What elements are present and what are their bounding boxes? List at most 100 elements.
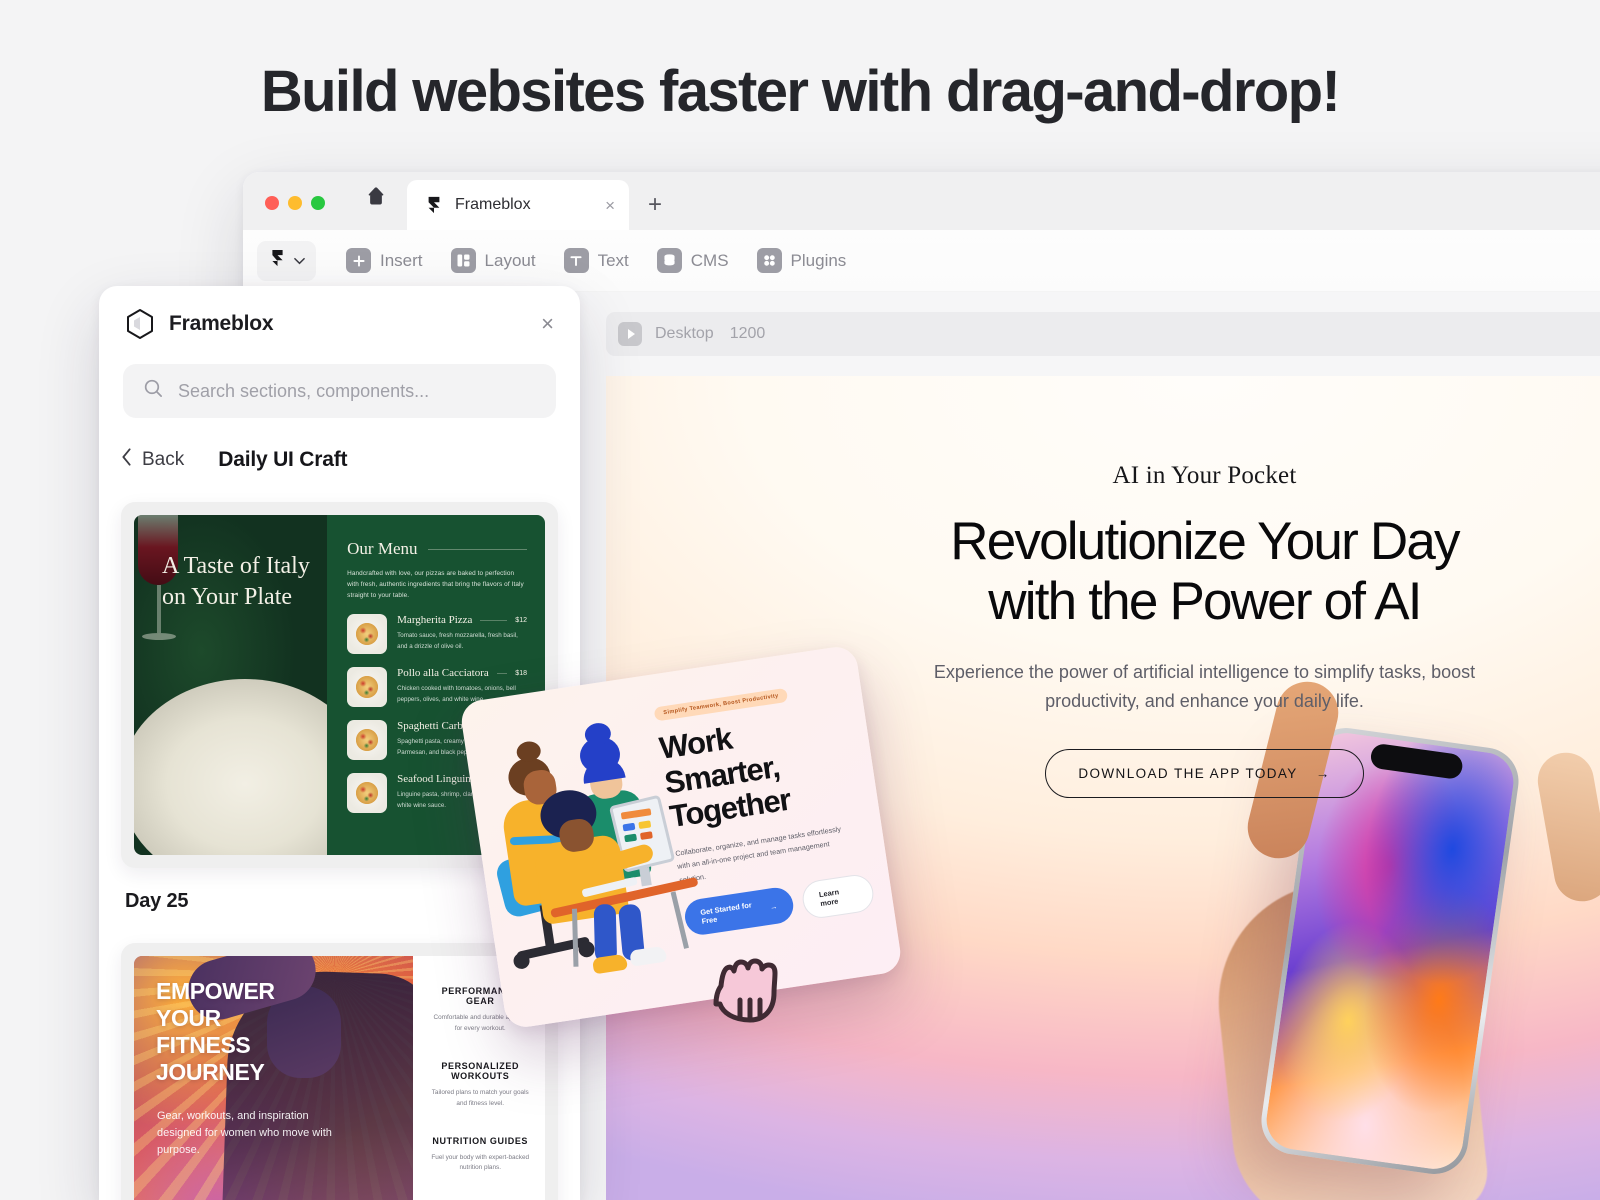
chevron-down-icon (294, 252, 305, 270)
frameblox-icon (425, 196, 443, 214)
learn-more-button[interactable]: Learn more (800, 872, 876, 921)
text-icon (563, 248, 589, 273)
frameblox-icon (269, 249, 286, 273)
menu-description: Handcrafted with love, our pizzas are ba… (347, 570, 524, 600)
hero-subtext: Experience the power of artificial intel… (933, 661, 1476, 711)
toolbar-label-insert: Insert (380, 250, 423, 270)
italian-title-line2: on Your Plate (162, 584, 293, 611)
toolbar-label-layout: Layout (484, 250, 536, 270)
feature-heading: NUTRITION GUIDES (432, 1135, 529, 1146)
feature-block: NUTRITION GUIDES Fuel your body with exp… (429, 1136, 531, 1175)
feature-description: Fuel your body with expert-backed nutrit… (431, 1153, 530, 1172)
fitness-title: EMPOWER YOUR FITNESS JOURNEY (156, 978, 275, 1087)
hero-headline-line1: Revolutionize Your Day (950, 512, 1460, 571)
toolbar-label-plugins: Plugins (790, 250, 847, 270)
breakpoint-width-value[interactable]: 1200 (730, 325, 766, 343)
window-controls[interactable] (243, 196, 345, 230)
menu-item-name: Margherita Pizza (397, 614, 473, 627)
menu-item-thumbnail (347, 667, 388, 708)
fitness-subtitle: Gear, workouts, and inspiration designed… (157, 1110, 332, 1157)
tab-title: Frameblox (455, 196, 531, 213)
cta-label: DOWNLOAD THE APP TODAY (1078, 766, 1298, 782)
back-button[interactable]: Back (121, 448, 184, 472)
toolbar-item-layout[interactable]: Layout (439, 241, 548, 280)
divider (480, 619, 508, 621)
template-preview-fitness: EMPOWER YOUR FITNESS JOURNEY Gear, worko… (134, 956, 545, 1200)
menu-item-name: Pollo alla Cacciatora (397, 667, 489, 680)
minimize-window-button[interactable] (288, 196, 302, 210)
fitness-title-line3: FITNESS (156, 1032, 251, 1059)
zoom-window-button[interactable] (311, 196, 325, 210)
close-icon[interactable]: × (605, 197, 615, 214)
feature-heading: PERSONALIZED WORKOUTS (441, 1060, 520, 1081)
hero-headline: Revolutionize Your Day with the Power of… (606, 512, 1600, 632)
layout-icon (450, 248, 476, 273)
panel-header: Frameblox × (99, 286, 580, 340)
menu-item: Margherita Pizza $12 Tomato sauce, fresh… (347, 614, 527, 655)
home-icon (365, 185, 387, 212)
panel-section-title: Daily UI Craft (218, 448, 348, 471)
close-window-button[interactable] (265, 196, 279, 210)
home-button[interactable] (345, 172, 407, 230)
fitness-title-line4: JOURNEY (156, 1059, 265, 1086)
browser-tab-frameblox[interactable]: Frameblox × (407, 180, 629, 230)
menu-item-description: Tomato sauce, fresh mozzarella, fresh ba… (397, 632, 518, 650)
app-menu-button[interactable] (257, 240, 316, 281)
get-started-label: Get Started for Free (699, 900, 753, 926)
hero-section: AI in Your Pocket Revolutionize Your Day… (606, 376, 1600, 799)
menu-item-price: $12 (515, 616, 527, 624)
search-icon (143, 378, 164, 404)
hexagon-logo-icon (125, 308, 155, 340)
close-icon[interactable]: × (541, 313, 554, 335)
fitness-title-line1: EMPOWER (156, 978, 275, 1004)
feature-block: PERSONALIZED WORKOUTS Tailored plans to … (429, 1061, 531, 1110)
card-button-row: Get Started for Free → Learn more (682, 872, 876, 938)
menu-item-thumbnail (347, 720, 388, 761)
page-preview: AI in Your Pocket Revolutionize Your Day… (606, 376, 1600, 1200)
breakpoint-bar: Desktop 1200 Breakpoint + (606, 312, 1600, 356)
get-started-button[interactable]: Get Started for Free → (682, 885, 796, 938)
arrow-right-icon: → (769, 901, 778, 912)
panel-title: Frameblox (169, 312, 274, 335)
fitness-title-line2: YOUR (156, 1005, 221, 1032)
menu-item-thumbnail (347, 614, 388, 655)
menu-heading: Our Menu (347, 539, 418, 558)
panel-nav-row: Back Daily UI Craft (99, 418, 580, 472)
chevron-left-icon (121, 448, 132, 472)
menu-item-price: $18 (515, 669, 527, 677)
search-input[interactable]: Search sections, components... (123, 364, 556, 418)
menu-item-name: Seafood Linguine (397, 773, 476, 786)
toolbar-item-text[interactable]: Text (552, 241, 641, 280)
database-icon (656, 248, 682, 273)
play-icon[interactable] (618, 322, 642, 346)
divider (427, 548, 527, 550)
search-placeholder: Search sections, components... (178, 380, 430, 401)
italian-hero-title: A Taste of Italy on Your Plate (162, 551, 311, 613)
new-tab-button[interactable]: + (629, 180, 681, 230)
pasta-plate-image (134, 679, 328, 855)
italian-title-line1: A Taste of Italy (162, 553, 310, 579)
menu-item-thumbnail (347, 773, 388, 814)
toolbar-item-insert[interactable]: Insert (334, 241, 435, 280)
breakpoint-device-label[interactable]: Desktop (655, 325, 714, 343)
grabbing-hand-cursor (698, 948, 790, 1046)
page-title: Build websites faster with drag-and-drop… (260, 59, 1341, 124)
toolbar-item-cms[interactable]: CMS (645, 241, 741, 280)
plugins-icon (756, 248, 782, 273)
italian-hero-left: A Taste of Italy on Your Plate (134, 515, 328, 855)
feature-description: Tailored plans to match your goals and f… (431, 1088, 529, 1107)
divider (496, 672, 508, 674)
download-app-button[interactable]: DOWNLOAD THE APP TODAY → (1045, 749, 1364, 799)
menu-heading-row: Our Menu (347, 539, 527, 559)
plus-icon (346, 248, 371, 273)
toolbar-item-plugins[interactable]: Plugins (745, 241, 859, 280)
toolbar-label-text: Text (597, 250, 629, 270)
template-card-fitness[interactable]: EMPOWER YOUR FITNESS JOURNEY Gear, worko… (121, 943, 558, 1200)
browser-tab-bar: Frameblox × + (243, 172, 1600, 230)
fitness-hero-left: EMPOWER YOUR FITNESS JOURNEY Gear, worko… (134, 956, 414, 1200)
toolbar-label-cms: CMS (690, 250, 729, 270)
hero-headline-line2: with the Power of AI (988, 571, 1422, 631)
editor-toolbar: Insert Layout Text CMS Plugins (243, 230, 1600, 292)
back-label: Back (142, 449, 185, 470)
hero-eyebrow: AI in Your Pocket (1112, 462, 1297, 489)
